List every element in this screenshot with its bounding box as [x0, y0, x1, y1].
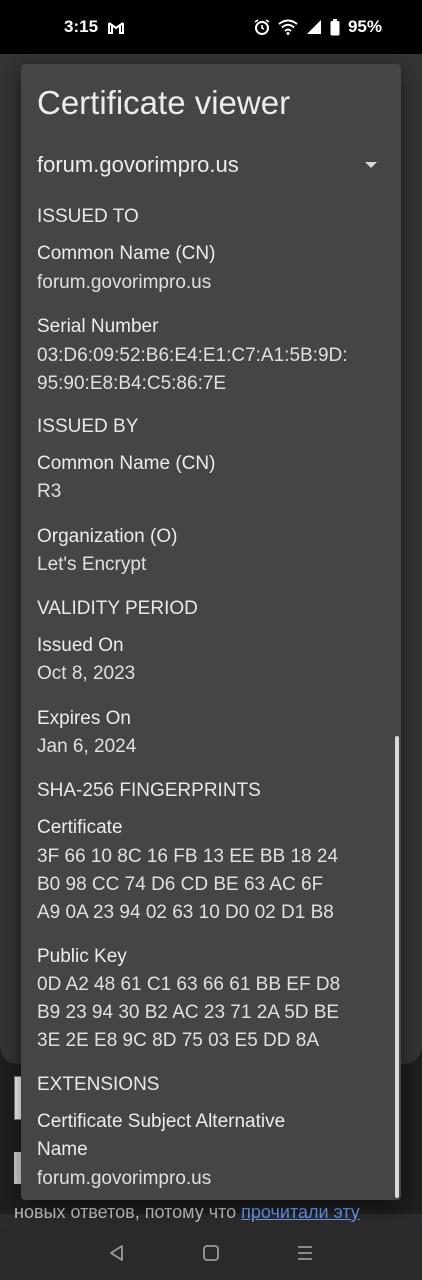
back-icon — [110, 1245, 123, 1261]
san-value: forum.govorimpro.us — [37, 1168, 212, 1189]
home-button[interactable] — [195, 1237, 227, 1269]
host-select-value: forum.govorimpro.us — [37, 152, 239, 177]
battery-percent: 95% — [347, 17, 382, 36]
public-key-line3: 3E 2E E8 9C 8D 75 03 E5 DD 8A — [37, 1030, 319, 1051]
extensions-heading: EXTENSIONS — [37, 1074, 160, 1095]
serial-number-line1: 03:D6:09:52:B6:E4:E1:C7:A1:5B:9D: — [37, 345, 348, 366]
public-key-line1: 0D A2 48 61 C1 63 66 61 BB EF D8 — [37, 974, 341, 995]
host-select[interactable]: forum.govorimpro.us — [37, 150, 385, 180]
san-label-line2: Name — [37, 1139, 88, 1160]
organization-label: Organization (O) — [37, 526, 178, 547]
background-link[interactable]: прочитали эту — [241, 1202, 360, 1222]
dialog-title: Certificate viewer — [37, 84, 291, 121]
serial-number-label: Serial Number — [37, 316, 159, 337]
issued-by-heading: ISSUED BY — [37, 416, 139, 437]
certificate-fingerprint-line3: A9 0A 23 94 02 63 10 D0 02 D1 B8 — [37, 902, 334, 923]
public-key-label: Public Key — [37, 946, 127, 967]
expires-on-label: Expires On — [37, 708, 131, 729]
issued-to-cn-label: Common Name (CN) — [37, 243, 216, 264]
background-text-plain: новых ответов, потому что — [14, 1202, 242, 1222]
dropdown-arrow-icon — [365, 162, 377, 168]
certificate-fingerprint-line2: B0 98 CC 74 D6 CD BE 63 AC 6F — [37, 874, 324, 895]
status-bar: 3:15 95% — [0, 0, 422, 54]
background-text: новых ответов, потому что прочитали эту — [14, 1202, 414, 1223]
gmail-icon — [108, 21, 125, 34]
navigation-bar — [0, 1226, 422, 1280]
battery-icon — [330, 18, 340, 35]
fingerprints-heading: SHA-256 FINGERPRINTS — [37, 780, 261, 801]
recents-icon — [298, 1246, 312, 1260]
certificate-fingerprint-label: Certificate — [37, 817, 123, 838]
validity-heading: VALIDITY PERIOD — [37, 598, 198, 619]
issued-on-label: Issued On — [37, 635, 124, 656]
issued-by-cn-value: R3 — [37, 481, 62, 502]
san-label-line1: Certificate Subject Alternative — [37, 1111, 286, 1132]
home-icon — [203, 1245, 219, 1261]
recents-button[interactable] — [289, 1237, 321, 1269]
dialog-scrollbar[interactable] — [395, 736, 399, 1198]
expires-on-value: Jan 6, 2024 — [37, 736, 137, 757]
wifi-icon — [278, 19, 298, 35]
back-button[interactable] — [101, 1237, 133, 1269]
signal-icon — [306, 20, 321, 34]
status-time: 3:15 — [64, 17, 99, 36]
issued-by-cn-label: Common Name (CN) — [37, 453, 216, 474]
serial-number-line2: 95:90:E8:B4:C5:86:7E — [37, 373, 227, 394]
issued-to-cn-value: forum.govorimpro.us — [37, 272, 212, 293]
issued-to-heading: ISSUED TO — [37, 206, 139, 227]
alarm-icon — [254, 19, 270, 35]
organization-value: Let's Encrypt — [37, 554, 147, 575]
issued-on-value: Oct 8, 2023 — [37, 663, 136, 684]
certificate-viewer-dialog: Certificate viewer forum.govorimpro.us I… — [21, 64, 401, 1200]
certificate-fingerprint-line1: 3F 66 10 8C 16 FB 13 EE BB 18 24 — [37, 846, 339, 867]
public-key-line2: B9 23 94 30 B2 AC 23 71 2A 5D BE — [37, 1002, 340, 1023]
